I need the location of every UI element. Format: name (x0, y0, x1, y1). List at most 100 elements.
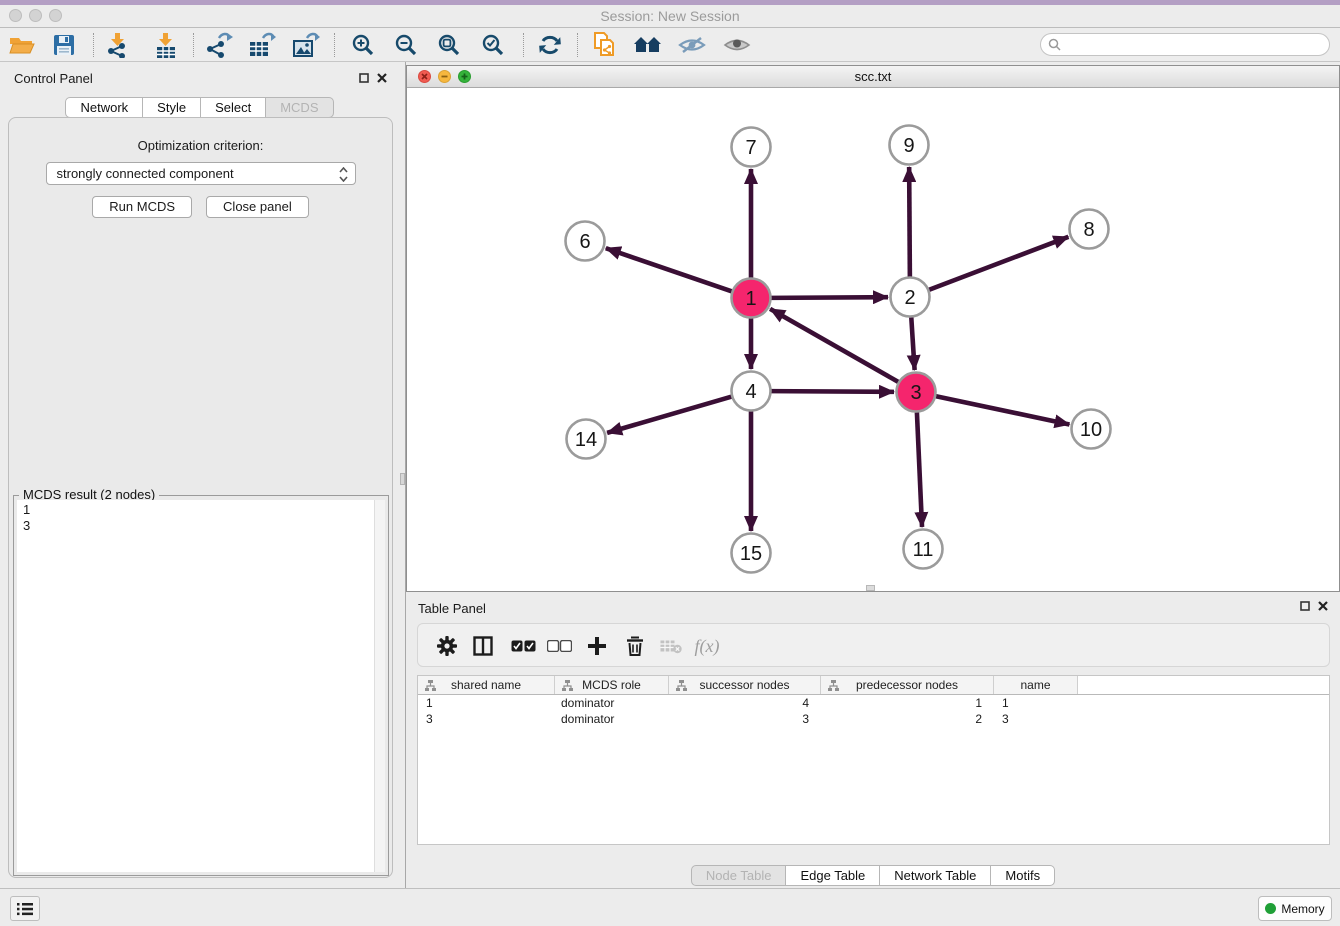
export-network-icon[interactable] (203, 31, 235, 59)
graph-edge-3-1[interactable] (770, 309, 898, 382)
cell-mcds-role[interactable]: dominator (555, 695, 669, 711)
cell-successor-nodes[interactable]: 4 (669, 695, 821, 711)
select-all-rows-icon[interactable] (510, 634, 536, 658)
memory-status-icon (1265, 903, 1276, 914)
result-line: 1 (17, 500, 385, 518)
import-table-icon[interactable] (150, 31, 182, 59)
hide-eye-icon[interactable] (676, 31, 708, 59)
tab-motifs[interactable]: Motifs (990, 865, 1055, 886)
close-panel-icon[interactable] (375, 71, 389, 85)
graph-edge-1-2[interactable] (771, 297, 888, 298)
optimization-criterion-select[interactable]: strongly connected component (46, 162, 356, 185)
delete-table-icon[interactable] (658, 634, 684, 658)
import-network-icon[interactable] (102, 31, 134, 59)
function-builder-icon[interactable]: f(x) (694, 634, 720, 658)
graph-node-14[interactable]: 14 (567, 420, 606, 459)
save-session-icon[interactable] (48, 31, 80, 59)
cell-name[interactable]: 1 (994, 695, 1078, 711)
table-settings-gear-icon[interactable] (434, 634, 460, 658)
close-panel-button[interactable]: Close panel (206, 196, 309, 218)
graph-node-7[interactable]: 7 (732, 128, 771, 167)
tab-mcds[interactable]: MCDS (265, 97, 333, 118)
cell-shared-name[interactable]: 1 (418, 695, 555, 711)
graph-node-15[interactable]: 15 (732, 534, 771, 573)
tab-style[interactable]: Style (142, 97, 201, 118)
result-scrollbar[interactable] (374, 500, 385, 872)
home-icon[interactable] (632, 31, 664, 59)
tab-select[interactable]: Select (200, 97, 266, 118)
delete-column-trash-icon[interactable] (622, 634, 648, 658)
column-header-shared-name[interactable]: shared name (418, 676, 555, 694)
zoom-out-icon[interactable] (390, 31, 422, 59)
graph-node-3[interactable]: 3 (897, 373, 936, 412)
tab-network[interactable]: Network (65, 97, 143, 118)
column-layout-icon[interactable] (470, 634, 496, 658)
graph-edge-3-11[interactable] (917, 412, 922, 527)
cell-mcds-role[interactable]: dominator (555, 711, 669, 727)
graph-edge-2-3[interactable] (911, 317, 914, 370)
tab-edge-table[interactable]: Edge Table (785, 865, 880, 886)
column-header-predecessor-nodes[interactable]: predecessor nodes (821, 676, 994, 694)
open-session-icon[interactable] (6, 31, 38, 59)
graph-node-6[interactable]: 6 (566, 222, 605, 261)
graph-edge-3-10[interactable] (936, 396, 1069, 424)
titlebar-accent (0, 0, 1340, 5)
float-panel-icon[interactable] (357, 71, 371, 85)
vertical-splitter[interactable] (399, 62, 406, 888)
graph-canvas[interactable]: 7 9 6 8 1 2 4 3 14 10 15 11 (407, 88, 1339, 591)
graph-node-11[interactable]: 11 (904, 530, 943, 569)
graph-node-label: 11 (913, 539, 934, 561)
show-eye-icon[interactable] (721, 31, 753, 59)
graph-edge-2-8[interactable] (929, 237, 1068, 290)
graph-edge-2-9[interactable] (909, 167, 910, 277)
tab-node-table[interactable]: Node Table (691, 865, 787, 886)
add-column-icon[interactable] (584, 634, 610, 658)
cell-name[interactable]: 3 (994, 711, 1078, 727)
mcds-result-list[interactable]: 1 3 (17, 500, 385, 872)
cell-successor-nodes[interactable]: 3 (669, 711, 821, 727)
zoom-fit-icon[interactable] (433, 31, 465, 59)
table-row[interactable]: 3 dominator 3 2 3 (418, 711, 1329, 727)
graph-node-10[interactable]: 10 (1072, 410, 1111, 449)
refresh-icon[interactable] (534, 31, 566, 59)
graph-node-2[interactable]: 2 (891, 278, 930, 317)
control-panel-title: Control Panel (14, 71, 93, 86)
copy-view-icon[interactable] (589, 31, 621, 59)
cell-predecessor-nodes[interactable]: 2 (821, 711, 994, 727)
toolbar-separator (93, 33, 94, 57)
graph-edge-4-14[interactable] (607, 397, 731, 433)
float-table-panel-icon[interactable] (1298, 599, 1312, 613)
column-header-name[interactable]: name (994, 676, 1078, 694)
column-header-mcds-role[interactable]: MCDS role (555, 676, 669, 694)
export-table-icon[interactable] (246, 31, 278, 59)
close-table-panel-icon[interactable] (1316, 599, 1330, 613)
node-table[interactable]: shared name MCDS role successor nodes pr… (417, 675, 1330, 845)
graph-node-4[interactable]: 4 (732, 372, 771, 411)
zoom-in-icon[interactable] (347, 31, 379, 59)
memory-button[interactable]: Memory (1258, 896, 1332, 921)
window-resize-handle[interactable] (866, 585, 875, 591)
search-input[interactable] (1065, 38, 1329, 52)
splitter-handle[interactable] (400, 473, 405, 485)
toolbar-separator (193, 33, 194, 57)
graph-node-9[interactable]: 9 (890, 126, 929, 165)
cell-predecessor-nodes[interactable]: 1 (821, 695, 994, 711)
task-history-button[interactable] (10, 896, 40, 921)
table-row[interactable]: 1 dominator 4 1 1 (418, 695, 1329, 711)
run-mcds-button[interactable]: Run MCDS (92, 196, 192, 218)
graph-edge-4-3[interactable] (771, 391, 894, 392)
graph-node-1[interactable]: 1 (732, 279, 771, 318)
column-header-successor-nodes[interactable]: successor nodes (669, 676, 821, 694)
tab-network-table[interactable]: Network Table (879, 865, 991, 886)
cell-shared-name[interactable]: 3 (418, 711, 555, 727)
deselect-all-rows-icon[interactable] (546, 634, 572, 658)
graph-edge-1-6[interactable] (606, 248, 732, 291)
export-image-icon[interactable] (290, 31, 322, 59)
table-panel: Table Panel f(x) (406, 595, 1340, 886)
network-window-titlebar[interactable]: scc.txt (407, 66, 1339, 88)
graph-node-8[interactable]: 8 (1070, 210, 1109, 249)
zoom-selected-icon[interactable] (477, 31, 509, 59)
graph-node-label: 14 (575, 429, 597, 451)
graph-node-label: 2 (904, 287, 915, 309)
search-field[interactable] (1040, 33, 1330, 56)
